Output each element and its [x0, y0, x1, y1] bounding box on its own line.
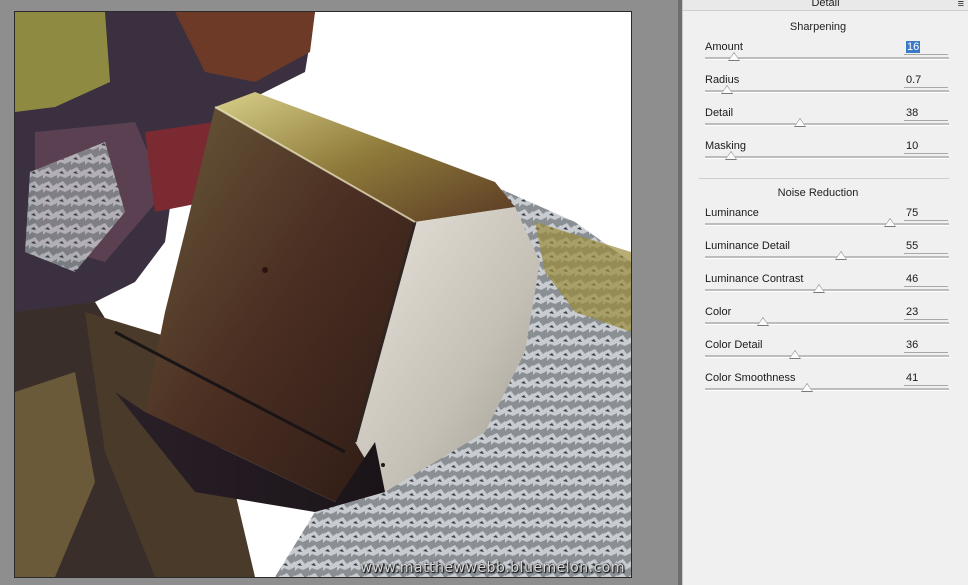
- luminance-contrast-value-field[interactable]: 46: [904, 273, 948, 287]
- luminance-detail-slider-track[interactable]: [705, 256, 949, 259]
- color-smoothness-slider-track[interactable]: [705, 388, 949, 391]
- luminance-detail-value-field[interactable]: 55: [904, 240, 948, 254]
- color-value-text: 23: [906, 306, 919, 318]
- slider-row-masking: Masking 10: [705, 140, 949, 173]
- slider-row-amount: Amount 16: [705, 41, 949, 74]
- detail-panel: Detail ≡ Sharpening Amount 16 Radius 0.7 Det…: [682, 0, 968, 585]
- watermark-text: www.matthewwebb.bluemelon.com: [360, 560, 625, 576]
- luminance-contrast-value-text: 46: [906, 273, 919, 285]
- luminance-detail-label: Luminance Detail: [705, 240, 790, 252]
- panel-menu-icon[interactable]: ≡: [958, 0, 964, 10]
- color-detail-slider-thumb[interactable]: [789, 350, 801, 359]
- detail-slider-thumb[interactable]: [794, 118, 806, 127]
- sharpening-title: Sharpening: [789, 21, 847, 33]
- color-slider-thumb[interactable]: [757, 317, 769, 326]
- panel-header: Detail ≡: [683, 0, 968, 11]
- radius-value-field[interactable]: 0.7: [904, 74, 948, 88]
- masking-slider-track[interactable]: [705, 156, 949, 159]
- masking-value-text: 10: [906, 140, 919, 152]
- color-slider-track[interactable]: [705, 322, 949, 325]
- slider-row-luminance-detail: Luminance Detail 55: [705, 240, 949, 273]
- luminance-detail-value-text: 55: [906, 240, 919, 252]
- color-detail-value-field[interactable]: 36: [904, 339, 948, 353]
- radius-slider-thumb[interactable]: [721, 85, 733, 94]
- pyrite-crystal-image: [15, 12, 631, 577]
- detail-value-text: 38: [906, 107, 919, 119]
- masking-slider-thumb[interactable]: [725, 151, 737, 160]
- luminance-detail-slider-thumb[interactable]: [835, 251, 847, 260]
- color-smoothness-slider-thumb[interactable]: [801, 383, 813, 392]
- luminance-slider-thumb[interactable]: [884, 218, 896, 227]
- color-label: Color: [705, 306, 732, 318]
- preview-photo[interactable]: www.matthewwebb.bluemelon.com: [14, 11, 632, 578]
- slider-row-luminance: Luminance 75: [705, 207, 949, 240]
- amount-value-text: 16: [906, 41, 921, 53]
- slider-row-radius: Radius 0.7: [705, 74, 949, 107]
- color-smoothness-value-field[interactable]: 41: [904, 372, 948, 386]
- slider-row-color-detail: Color Detail 36: [705, 339, 949, 372]
- amount-slider-track[interactable]: [705, 57, 949, 60]
- slider-row-luminance-contrast: Luminance Contrast 46: [705, 273, 949, 306]
- amount-slider-thumb[interactable]: [728, 52, 740, 61]
- detail-label: Detail: [705, 107, 734, 119]
- color-smoothness-label: Color Smoothness: [705, 372, 796, 384]
- color-detail-value-text: 36: [906, 339, 919, 351]
- luminance-value-text: 75: [906, 207, 919, 219]
- luminance-contrast-slider-track[interactable]: [705, 289, 949, 292]
- detail-value-field[interactable]: 38: [904, 107, 948, 121]
- color-smoothness-value-text: 41: [906, 372, 919, 384]
- image-preview-area: www.matthewwebb.bluemelon.com: [0, 0, 678, 585]
- color-value-field[interactable]: 23: [904, 306, 948, 320]
- masking-value-field[interactable]: 10: [904, 140, 948, 154]
- luminance-value-field[interactable]: 75: [904, 207, 948, 221]
- section-divider: [699, 178, 949, 179]
- luminance-contrast-label: Luminance Contrast: [705, 273, 804, 285]
- luminance-slider-track[interactable]: [705, 223, 949, 226]
- panel-title: Detail: [811, 0, 840, 9]
- color-detail-label: Color Detail: [705, 339, 763, 351]
- radius-slider-track[interactable]: [705, 90, 949, 93]
- slider-row-color: Color 23: [705, 306, 949, 339]
- slider-row-color-smoothness: Color Smoothness 41: [705, 372, 949, 405]
- radius-value-text: 0.7: [906, 74, 922, 86]
- luminance-label: Luminance: [705, 207, 759, 219]
- detail-slider-track[interactable]: [705, 123, 949, 126]
- slider-row-detail: Detail 38: [705, 107, 949, 140]
- luminance-contrast-slider-thumb[interactable]: [813, 284, 825, 293]
- noise-reduction-title: Noise Reduction: [777, 187, 859, 199]
- color-detail-slider-track[interactable]: [705, 355, 949, 358]
- amount-value-field[interactable]: 16: [904, 41, 948, 55]
